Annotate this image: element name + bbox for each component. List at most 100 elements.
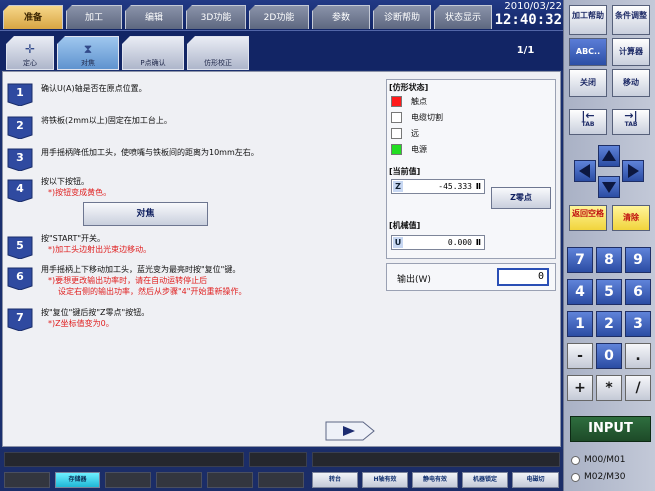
subtab-centering[interactable]: ✛ 定心 [6, 36, 54, 70]
subtab-profile-correct[interactable]: 仿形校正 [187, 36, 249, 70]
arrow-left-icon [579, 164, 590, 178]
close-key[interactable]: 关闭 [569, 69, 607, 97]
condition-adjust-key[interactable]: 条件调整 [612, 5, 650, 35]
step-text: 用手摇柄上下移动加工头，蓝光变为最亮时按"复位"键。 [41, 265, 241, 274]
message-slot [249, 452, 307, 467]
focus-icon: ⧗ [83, 42, 93, 56]
focus-button[interactable]: 对焦 [83, 202, 208, 226]
blank-slot [105, 472, 151, 488]
key-divide[interactable]: / [625, 375, 651, 401]
page-indicator: 1/1 [516, 45, 535, 56]
clear-key[interactable]: 清除 [612, 205, 650, 231]
status-title: [仿形状态] [389, 83, 429, 92]
tab-machining[interactable]: 加工 [66, 5, 122, 29]
tab-edit[interactable]: 编辑 [125, 5, 183, 29]
step-note: *)要想更改输出功率时，请在自动运转停止后 [48, 276, 208, 285]
time-label: 12:40:32 [494, 12, 562, 28]
key-4[interactable]: 4 [567, 279, 593, 305]
current-value-field: Z -45.333 Ⅱ [391, 179, 485, 194]
z-zero-button[interactable]: Z零点 [491, 187, 551, 209]
step-note: *)按钮变成黄色。 [48, 188, 112, 197]
blank-slot [207, 472, 253, 488]
m00-m01-radio[interactable]: M00/M01 [571, 455, 625, 468]
cursor-right-key[interactable] [622, 160, 644, 182]
tab-back-key[interactable]: |← TAB [569, 109, 607, 135]
key-2[interactable]: 2 [596, 311, 622, 337]
cursor-down-key[interactable] [598, 176, 620, 198]
step-text: 将铁板(2mm以上)固定在加工台上。 [41, 116, 172, 125]
cursor-up-key[interactable] [598, 145, 620, 167]
key-6[interactable]: 6 [625, 279, 651, 305]
step-badge-1: 1 [6, 80, 34, 106]
step-note: *)加工头边射出光束边移动。 [48, 245, 152, 254]
tab-diagnosis[interactable]: 诊断帮助 [373, 5, 431, 29]
machine-lock-button[interactable]: 机器锁定 [462, 472, 508, 488]
current-title: [当前值] [389, 167, 421, 176]
key-multiply[interactable]: * [596, 375, 622, 401]
key-8[interactable]: 8 [596, 247, 622, 273]
step-badge-6: 6 [6, 264, 34, 290]
arrow-right-icon [628, 164, 639, 178]
step-badge-5: 5 [6, 233, 34, 259]
h-axis-button[interactable]: H轴有效 [362, 472, 408, 488]
message-bar [0, 449, 563, 469]
key-9[interactable]: 9 [625, 247, 651, 273]
key-dot[interactable]: . [625, 343, 651, 369]
input-key[interactable]: INPUT [570, 416, 651, 442]
turntable-button[interactable]: 转台 [312, 472, 358, 488]
key-3[interactable]: 3 [625, 311, 651, 337]
step-text: 按"START"开关。 [41, 234, 106, 243]
key-5[interactable]: 5 [596, 279, 622, 305]
m02-m30-radio[interactable]: M02/M30 [571, 472, 625, 485]
step-badge-7: 7 [6, 305, 34, 331]
calculator-key[interactable]: 计算器 [612, 38, 650, 66]
step-badge-3: 3 [6, 145, 34, 171]
key-0[interactable]: 0 [596, 343, 622, 369]
tab-forward-icon: →| [624, 109, 638, 122]
profile-icon [188, 40, 248, 58]
step-note: *)Z坐标值变为0。 [48, 319, 114, 328]
return-blank-key[interactable]: 返回空格 [569, 205, 607, 231]
next-arrow-button[interactable] [325, 419, 375, 443]
key-7[interactable]: 7 [567, 247, 593, 273]
tab-prepare[interactable]: 准备 [3, 5, 63, 29]
subtab-focus[interactable]: ⧗ 对焦 [57, 36, 119, 70]
crosshair-icon: ✛ [24, 42, 36, 56]
message-slot [4, 452, 244, 467]
abc-key[interactable]: ABC.. [569, 38, 607, 66]
main-tab-bar: 准备 加工 编辑 3D功能 2D功能 参数 诊断帮助 状态显示 2010/03/… [0, 0, 563, 30]
machine-title: [机械值] [389, 221, 421, 230]
magnet-cut-button[interactable]: 电磁切 [512, 472, 559, 488]
blank-slot [258, 472, 304, 488]
instruction-panel: 1 确认U(A)轴是否在原点位置。 2 将铁板(2mm以上)固定在加工台上。 3… [2, 71, 561, 447]
electrostatic-button[interactable]: 静电有效 [412, 472, 458, 488]
subtab-point-check[interactable]: P点确认 [122, 36, 184, 70]
step-text: 按"复位"键后按"Z零点"按钮。 [41, 308, 150, 317]
message-slot [312, 452, 560, 467]
tab-params[interactable]: 参数 [312, 5, 370, 29]
step-note: 设定右侧的输出功率，然后从步骤"4"开始重新操作。 [58, 287, 247, 296]
arrow-right-icon [325, 421, 375, 441]
lamp-indicator [391, 96, 402, 107]
subtab-label: 仿形校正 [204, 59, 232, 67]
key-minus[interactable]: - [567, 343, 593, 369]
tab-3d[interactable]: 3D功能 [186, 5, 246, 29]
tab-2d[interactable]: 2D功能 [249, 5, 309, 29]
step-text: 确认U(A)轴是否在原点位置。 [41, 84, 147, 93]
output-power-input[interactable]: 0 [497, 268, 549, 286]
blank-slot [4, 472, 50, 488]
machining-help-key[interactable]: 加工帮助 [569, 5, 607, 35]
cursor-left-key[interactable] [574, 160, 596, 182]
step-badge-4: 4 [6, 176, 34, 202]
machine-value-field: U 0.000 Ⅱ [391, 235, 485, 250]
tab-status[interactable]: 状态显示 [434, 5, 492, 29]
function-bar: 存储器 转台 H轴有效 静电有效 机器锁定 电磁切 [0, 469, 563, 491]
key-1[interactable]: 1 [567, 311, 593, 337]
step-text: 用手摇柄降低加工头，使喷嘴与铁板间的距离为10mm左右。 [41, 148, 259, 157]
key-plus[interactable]: + [567, 375, 593, 401]
move-key[interactable]: 移动 [612, 69, 650, 97]
arrow-down-icon [602, 182, 616, 193]
radio-circle-icon [571, 455, 580, 465]
storage-button[interactable]: 存储器 [55, 472, 100, 488]
tab-forward-key[interactable]: →| TAB [612, 109, 650, 135]
